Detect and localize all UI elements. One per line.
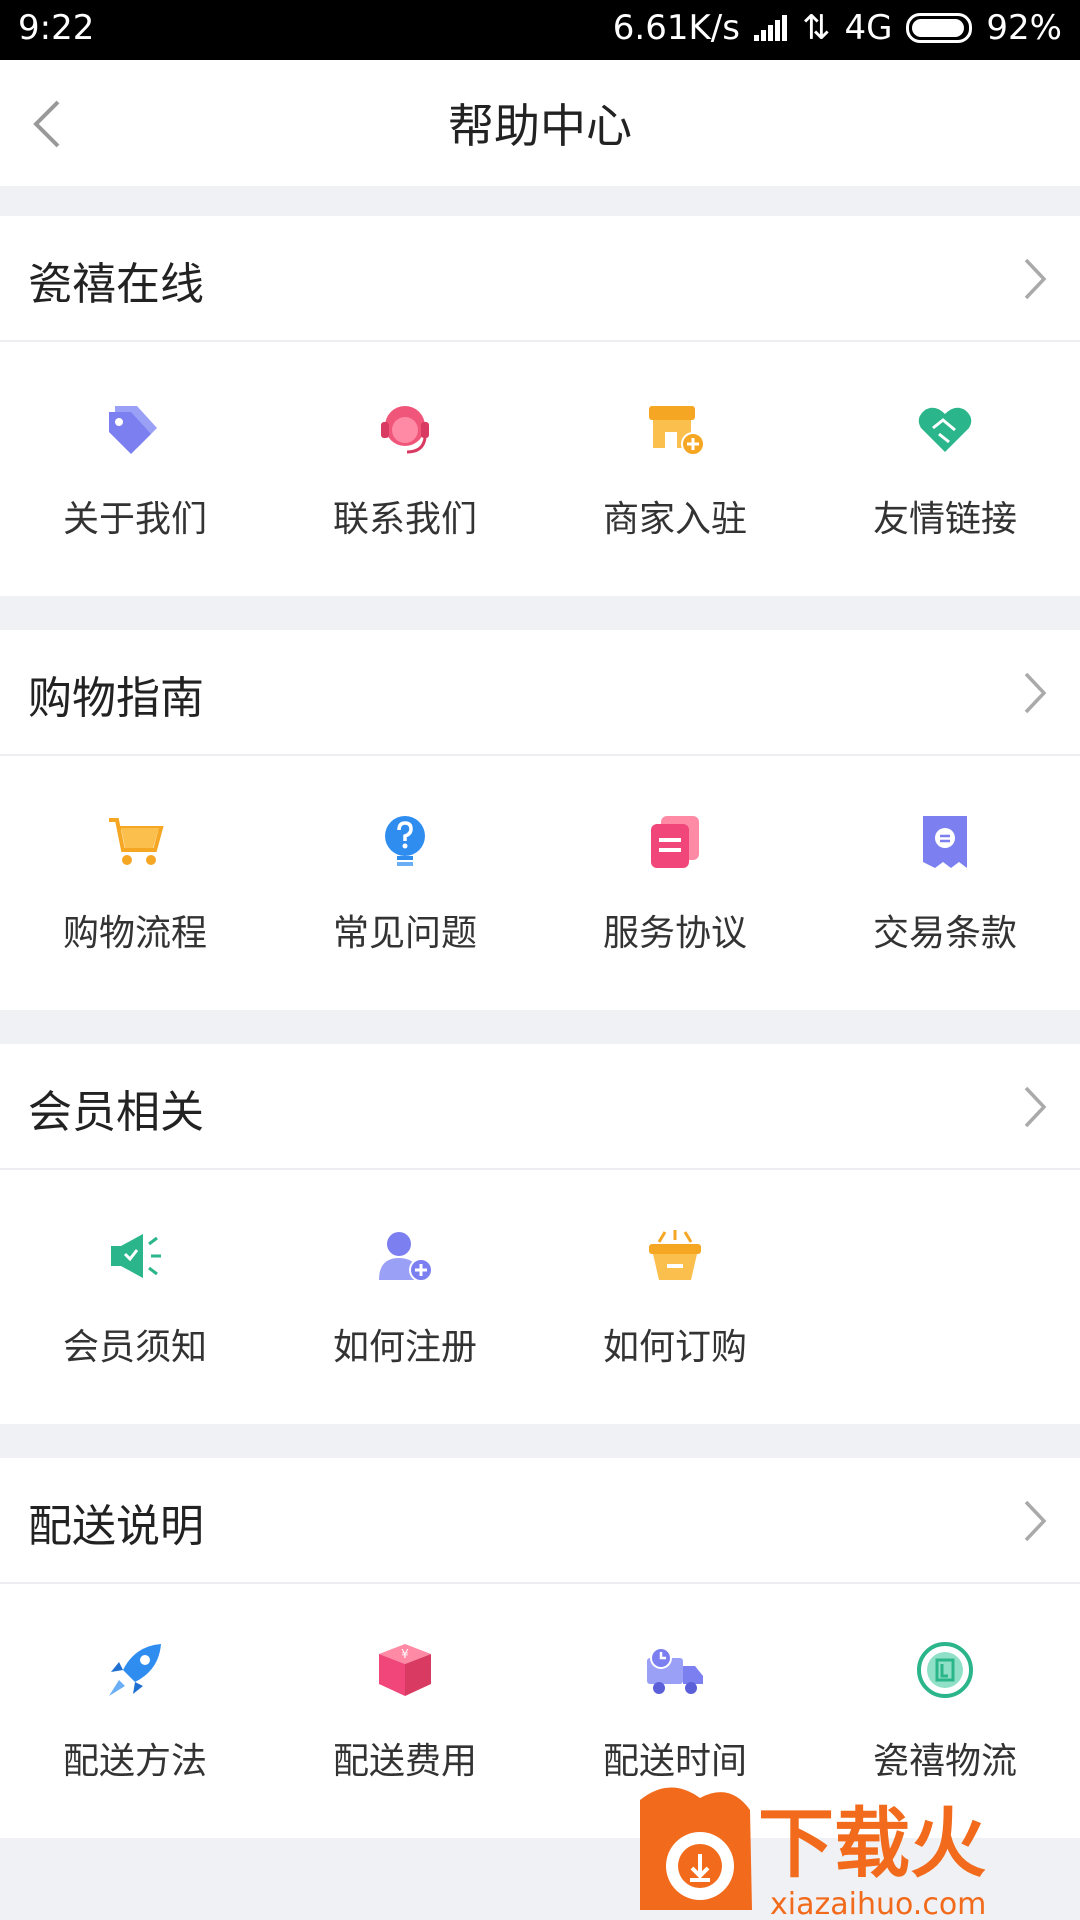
tag-icon	[105, 398, 165, 458]
grid-item-label: 瓷禧物流	[872, 1741, 1017, 1782]
section-header[interactable]: 购物指南	[0, 630, 1080, 756]
section-shopping-guide: 购物指南 购物流程 常见问题 服务协议 交易条款	[0, 630, 1080, 1010]
rocket-icon	[105, 1640, 165, 1700]
grid-item-label: 购物流程	[62, 913, 207, 954]
grid-item-member-notice[interactable]: 会员须知	[0, 1170, 270, 1424]
grid-item-service-agreement[interactable]: 服务协议	[540, 756, 810, 1010]
lightbulb-question-icon	[375, 812, 435, 872]
receipt-icon	[915, 812, 975, 872]
status-time: 9:22	[18, 8, 95, 48]
user-add-icon	[375, 1226, 435, 1286]
section-header[interactable]: 会员相关	[0, 1044, 1080, 1170]
grid-item-about-us[interactable]: 关于我们	[0, 342, 270, 596]
grid-item-trade-terms[interactable]: 交易条款	[810, 756, 1080, 1010]
section-cixi-online: 瓷禧在线 关于我们 联系我们 商家入驻 友情链接	[0, 216, 1080, 596]
section-title: 瓷禧在线	[28, 259, 204, 310]
section-title: 会员相关	[28, 1087, 204, 1138]
grid-item-contact-us[interactable]: 联系我们	[270, 342, 540, 596]
grid-item-merchant-join[interactable]: 商家入驻	[540, 342, 810, 596]
section-header[interactable]: 瓷禧在线	[0, 216, 1080, 342]
logistics-icon	[915, 1640, 975, 1700]
grid-item-friend-links[interactable]: 友情链接	[810, 342, 1080, 596]
grid-item-label: 关于我们	[62, 499, 207, 540]
grid-item-shopping-process[interactable]: 购物流程	[0, 756, 270, 1010]
delivery-truck-icon	[645, 1640, 705, 1700]
grid-item-label: 联系我们	[332, 499, 477, 540]
grid-item-label: 交易条款	[872, 913, 1017, 954]
handshake-icon	[915, 398, 975, 458]
section-member: 会员相关 会员须知 如何注册 如何订购	[0, 1044, 1080, 1424]
chevron-right-icon	[1024, 672, 1047, 714]
page-title: 帮助中心	[448, 99, 632, 153]
basket-icon	[645, 1226, 705, 1286]
grid-item-delivery-fee[interactable]: ¥ 配送费用	[270, 1584, 540, 1838]
grid-item-label: 配送费用	[332, 1741, 477, 1782]
grid-item-delivery-method[interactable]: 配送方法	[0, 1584, 270, 1838]
grid-item-label: 如何注册	[332, 1327, 477, 1368]
grid-item-label: 如何订购	[602, 1327, 747, 1368]
section-title: 购物指南	[28, 673, 204, 724]
grid-item-label: 配送方法	[62, 1741, 207, 1782]
grid-item-label: 配送时间	[602, 1741, 747, 1782]
signal-icon	[753, 15, 788, 41]
chevron-right-icon	[1024, 258, 1047, 300]
section-title: 配送说明	[28, 1501, 204, 1552]
grid-item-label: 服务协议	[602, 913, 747, 954]
network-speed: 6.61K/s	[612, 8, 740, 48]
svg-text:¥: ¥	[401, 1647, 409, 1661]
documents-icon	[645, 812, 705, 872]
chevron-right-icon	[1024, 1500, 1047, 1542]
battery-icon	[906, 13, 973, 43]
money-box-icon: ¥	[375, 1640, 435, 1700]
grid-item-label: 会员须知	[62, 1327, 207, 1368]
watermark-logo: 下载火 xiazaihuo.com	[640, 1780, 1080, 1920]
svg-text:下载火: 下载火	[758, 1799, 986, 1888]
grid-item-faq[interactable]: 常见问题	[270, 756, 540, 1010]
grid-item-how-to-order[interactable]: 如何订购	[540, 1170, 810, 1424]
chevron-right-icon	[1024, 1086, 1047, 1128]
svg-text:xiazaihuo.com: xiazaihuo.com	[770, 1887, 986, 1920]
cart-icon	[105, 812, 165, 872]
battery-level: 92%	[986, 8, 1062, 48]
section-header[interactable]: 配送说明	[0, 1458, 1080, 1584]
status-bar: 9:22 6.61K/s ⇅ 4G 92%	[0, 0, 1080, 60]
grid-item-label: 常见问题	[332, 913, 477, 954]
grid-item-label: 友情链接	[872, 499, 1017, 540]
megaphone-icon	[105, 1226, 165, 1286]
grid-item-how-to-register[interactable]: 如何注册	[270, 1170, 540, 1424]
headset-icon	[375, 398, 435, 458]
data-arrows-icon: ⇅	[801, 8, 831, 48]
grid-item-label: 商家入驻	[602, 499, 747, 540]
header-bar: 帮助中心	[0, 60, 1080, 186]
network-type: 4G	[844, 8, 893, 48]
shop-add-icon	[645, 398, 705, 458]
